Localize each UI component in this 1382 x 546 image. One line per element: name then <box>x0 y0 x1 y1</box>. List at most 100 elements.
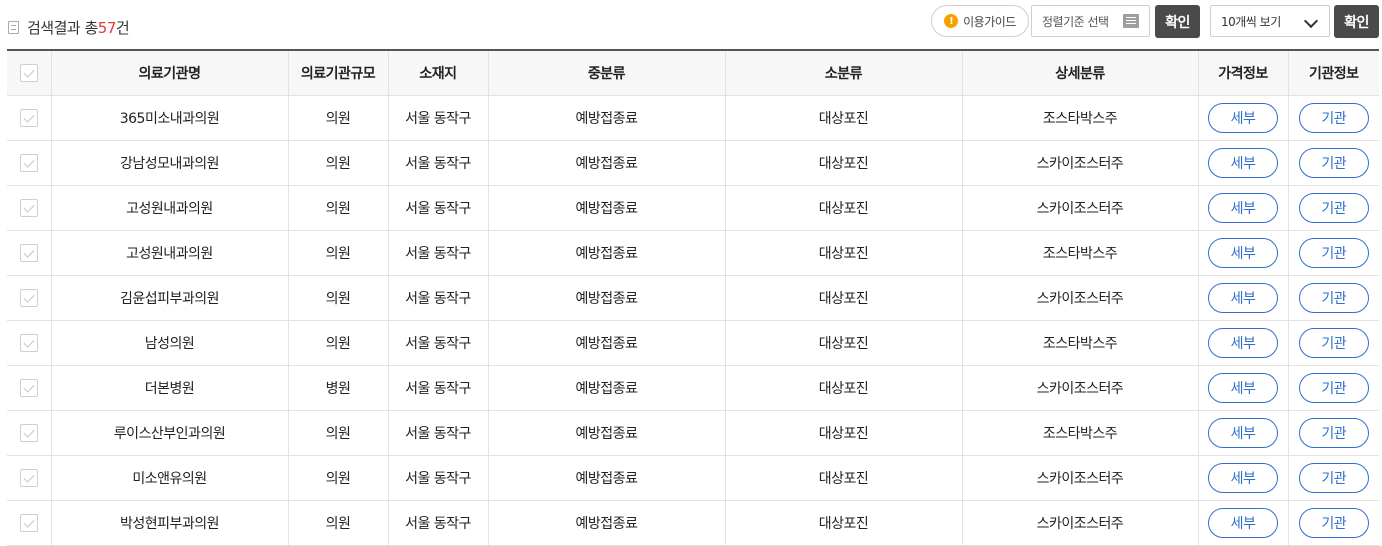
sort-select[interactable]: 정렬기준 선택 <box>1031 5 1150 37</box>
row-select-cell <box>7 230 51 276</box>
price-detail-button[interactable]: 세부 <box>1208 462 1278 493</box>
org-info-button[interactable]: 기관 <box>1298 282 1369 313</box>
cell-sub: 대상포진 <box>724 185 962 231</box>
org-info-button[interactable]: 기관 <box>1298 192 1369 223</box>
org-info-button[interactable]: 기관 <box>1298 327 1369 358</box>
row-checkbox[interactable] <box>19 243 38 262</box>
cell-sub: 대상포진 <box>724 410 962 456</box>
org-info-button[interactable]: 기관 <box>1298 462 1369 493</box>
org-info-cell: 기관 <box>1287 230 1379 276</box>
cell-location: 서울 동작구 <box>387 140 488 186</box>
row-checkbox[interactable] <box>19 513 38 532</box>
cell-location: 서울 동작구 <box>387 95 488 141</box>
chevron-down-icon <box>1303 13 1319 29</box>
table-row: 강남성모내과의원 의원 서울 동작구 예방접종료 대상포진 스카이조스터주 세부 기관 <box>7 140 1379 186</box>
row-select-cell <box>7 365 51 411</box>
row-checkbox[interactable] <box>19 153 38 172</box>
result-suffix: 건 <box>115 19 130 37</box>
org-info-cell: 기관 <box>1287 410 1379 456</box>
page-size-value: 10개씩 보기 <box>1221 14 1281 29</box>
page-size-confirm-button[interactable]: 확인 <box>1334 5 1379 38</box>
cell-detail: 스카이조스터주 <box>961 275 1198 321</box>
price-detail-button[interactable]: 세부 <box>1208 507 1278 538</box>
cell-location: 서울 동작구 <box>387 275 488 321</box>
row-checkbox[interactable] <box>19 108 38 127</box>
usage-guide-button[interactable]: ! 이용가이드 <box>931 5 1029 37</box>
cell-location: 서울 동작구 <box>387 500 488 546</box>
table-row: 더본병원 병원 서울 동작구 예방접종료 대상포진 스카이조스터주 세부 기관 <box>7 365 1379 411</box>
cell-scale: 의원 <box>287 275 388 321</box>
cell-name: 더본병원 <box>50 365 288 411</box>
cell-sub: 대상포진 <box>724 455 962 501</box>
cell-mid: 예방접종료 <box>487 500 725 546</box>
cell-mid: 예방접종료 <box>487 410 725 456</box>
cell-location: 서울 동작구 <box>387 455 488 501</box>
sort-placeholder: 정렬기준 선택 <box>1042 14 1109 29</box>
column-header: 의료기관규모 <box>287 49 388 96</box>
price-detail-button[interactable]: 세부 <box>1208 147 1278 178</box>
price-info-cell: 세부 <box>1197 320 1288 366</box>
row-select-cell <box>7 410 51 456</box>
row-checkbox[interactable] <box>19 468 38 487</box>
column-header: 소재지 <box>387 49 488 96</box>
row-checkbox[interactable] <box>19 378 38 397</box>
cell-scale: 의원 <box>287 140 388 186</box>
row-checkbox[interactable] <box>19 198 38 217</box>
price-info-cell: 세부 <box>1197 140 1288 186</box>
org-info-cell: 기관 <box>1287 365 1379 411</box>
select-all-checkbox[interactable] <box>19 63 38 82</box>
org-info-button[interactable]: 기관 <box>1298 372 1369 403</box>
table-row: 루이스산부인과의원 의원 서울 동작구 예방접종료 대상포진 조스타박스주 세부 기관 <box>7 410 1379 456</box>
column-header: 기관정보 <box>1287 49 1379 96</box>
price-detail-button[interactable]: 세부 <box>1208 327 1278 358</box>
org-info-cell: 기관 <box>1287 185 1379 231</box>
column-header: 중분류 <box>487 49 725 96</box>
table-row: 고성원내과의원 의원 서울 동작구 예방접종료 대상포진 스카이조스터주 세부 기관 <box>7 185 1379 231</box>
cell-name: 강남성모내과의원 <box>50 140 288 186</box>
row-checkbox[interactable] <box>19 288 38 307</box>
table-row: 박성현피부과의원 의원 서울 동작구 예방접종료 대상포진 스카이조스터주 세부 기관 <box>7 500 1379 546</box>
price-detail-button[interactable]: 세부 <box>1208 282 1278 313</box>
price-info-cell: 세부 <box>1197 95 1288 141</box>
cell-location: 서울 동작구 <box>387 410 488 456</box>
org-info-button[interactable]: 기관 <box>1298 147 1369 178</box>
cell-detail: 스카이조스터주 <box>961 500 1198 546</box>
org-info-button[interactable]: 기관 <box>1298 507 1369 538</box>
cell-scale: 의원 <box>287 320 388 366</box>
price-detail-button[interactable]: 세부 <box>1208 372 1278 403</box>
cell-sub: 대상포진 <box>724 500 962 546</box>
cell-detail: 조스타박스주 <box>961 230 1198 276</box>
sort-confirm-button[interactable]: 확인 <box>1155 5 1200 38</box>
cell-name: 남성의원 <box>50 320 288 366</box>
org-info-button[interactable]: 기관 <box>1298 417 1369 448</box>
cell-sub: 대상포진 <box>724 140 962 186</box>
page-size-select[interactable]: 10개씩 보기 <box>1210 5 1330 37</box>
document-icon <box>8 21 19 34</box>
price-info-cell: 세부 <box>1197 500 1288 546</box>
cell-name: 고성원내과의원 <box>50 230 288 276</box>
price-detail-button[interactable]: 세부 <box>1208 102 1278 133</box>
row-select-cell <box>7 185 51 231</box>
org-info-button[interactable]: 기관 <box>1298 102 1369 133</box>
org-info-cell: 기관 <box>1287 455 1379 501</box>
cell-detail: 스카이조스터주 <box>961 455 1198 501</box>
cell-scale: 의원 <box>287 500 388 546</box>
price-info-cell: 세부 <box>1197 455 1288 501</box>
cell-mid: 예방접종료 <box>487 275 725 321</box>
cell-mid: 예방접종료 <box>487 95 725 141</box>
price-detail-button[interactable]: 세부 <box>1208 417 1278 448</box>
result-prefix: 검색결과 총 <box>27 19 98 37</box>
org-info-button[interactable]: 기관 <box>1298 237 1369 268</box>
result-summary: 검색결과 총 57 건 <box>8 17 130 38</box>
org-info-cell: 기관 <box>1287 95 1379 141</box>
row-checkbox[interactable] <box>19 423 38 442</box>
table-header-row: 의료기관명 의료기관규모 소재지 중분류 소분류 상세분류 가격정보 기관정보 <box>7 49 1379 96</box>
price-detail-button[interactable]: 세부 <box>1208 237 1278 268</box>
row-checkbox[interactable] <box>19 333 38 352</box>
row-select-cell <box>7 455 51 501</box>
org-info-cell: 기관 <box>1287 500 1379 546</box>
price-detail-button[interactable]: 세부 <box>1208 192 1278 223</box>
cell-scale: 의원 <box>287 455 388 501</box>
cell-sub: 대상포진 <box>724 365 962 411</box>
cell-scale: 의원 <box>287 95 388 141</box>
